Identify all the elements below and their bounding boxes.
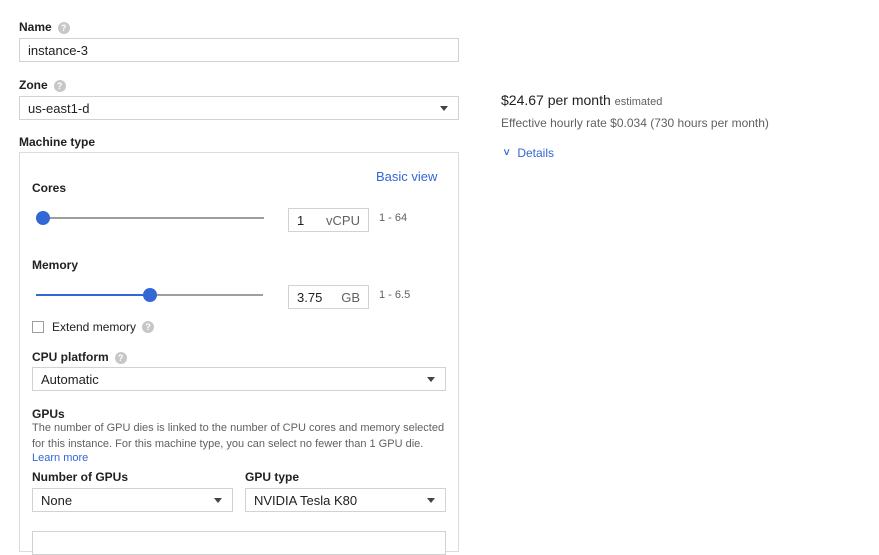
gpu-type-select[interactable]: NVIDIA Tesla K80 [245, 488, 446, 512]
gpu-type-value: NVIDIA Tesla K80 [254, 492, 358, 508]
name-input-value: instance-3 [28, 42, 88, 58]
basic-view-link[interactable]: Basic view [376, 169, 437, 184]
extend-memory-checkbox[interactable] [32, 321, 44, 333]
monthly-cost-value: $24.67 per month [501, 92, 611, 108]
memory-label: Memory [32, 258, 79, 272]
details-label: Details [517, 146, 555, 160]
cpu-platform-label: CPU platform? [32, 350, 127, 364]
cores-slider[interactable] [36, 211, 264, 225]
memory-input[interactable]: 3.75 GB [288, 285, 369, 309]
memory-slider-fill [36, 294, 150, 296]
memory-range: 1 - 6.5 [379, 289, 411, 301]
memory-slider-thumb[interactable] [143, 288, 157, 302]
cores-slider-thumb[interactable] [36, 211, 50, 225]
cores-label: Cores [32, 181, 67, 195]
cores-range: 1 - 64 [379, 212, 408, 224]
monthly-cost: $24.67 per month estimated [501, 92, 662, 108]
cores-input[interactable]: 1 vCPU [288, 208, 369, 232]
dropdown-caret-icon [214, 498, 222, 503]
memory-value: 3.75 [297, 289, 323, 305]
hourly-rate: Effective hourly rate $0.034 (730 hours … [501, 116, 769, 130]
dropdown-caret-icon [440, 106, 448, 111]
gpus-heading: GPUs [32, 407, 65, 421]
help-icon[interactable]: ? [142, 321, 155, 333]
help-icon[interactable]: ? [53, 79, 66, 92]
memory-unit: GB [341, 289, 360, 305]
zone-label: Zone? [19, 78, 66, 92]
machine-type-label: Machine type [19, 135, 96, 149]
number-of-gpus-label: Number of GPUs [32, 470, 129, 484]
estimated-tag: estimated [614, 96, 663, 108]
double-chevron-down-icon: ∨ [502, 147, 512, 158]
cores-slider-track [36, 217, 264, 219]
cpu-platform-select[interactable]: Automatic [32, 367, 446, 391]
details-link[interactable]: ∨ Details [502, 146, 555, 160]
name-label: Name? [19, 20, 70, 34]
memory-slider[interactable] [36, 288, 263, 302]
cores-value: 1 [297, 212, 305, 228]
gpus-description: The number of GPU dies is linked to the … [32, 422, 445, 450]
cpu-platform-value: Automatic [41, 371, 99, 387]
number-of-gpus-value: None [41, 492, 73, 508]
zone-select[interactable]: us-east1-d [19, 96, 459, 120]
cores-unit: vCPU [326, 212, 360, 228]
help-icon[interactable]: ? [114, 351, 127, 364]
number-of-gpus-select[interactable]: None [32, 488, 233, 512]
help-icon[interactable]: ? [57, 21, 70, 34]
extend-memory-row: Extend memory ? [32, 320, 155, 334]
name-input[interactable]: instance-3 [19, 38, 459, 62]
learn-more-link[interactable]: Learn more [32, 452, 88, 464]
dropdown-caret-icon [427, 377, 435, 382]
extend-memory-label: Extend memory [52, 320, 137, 334]
dropdown-caret-icon [427, 498, 435, 503]
gpu-type-label: GPU type [245, 470, 300, 484]
zone-select-value: us-east1-d [28, 100, 90, 116]
